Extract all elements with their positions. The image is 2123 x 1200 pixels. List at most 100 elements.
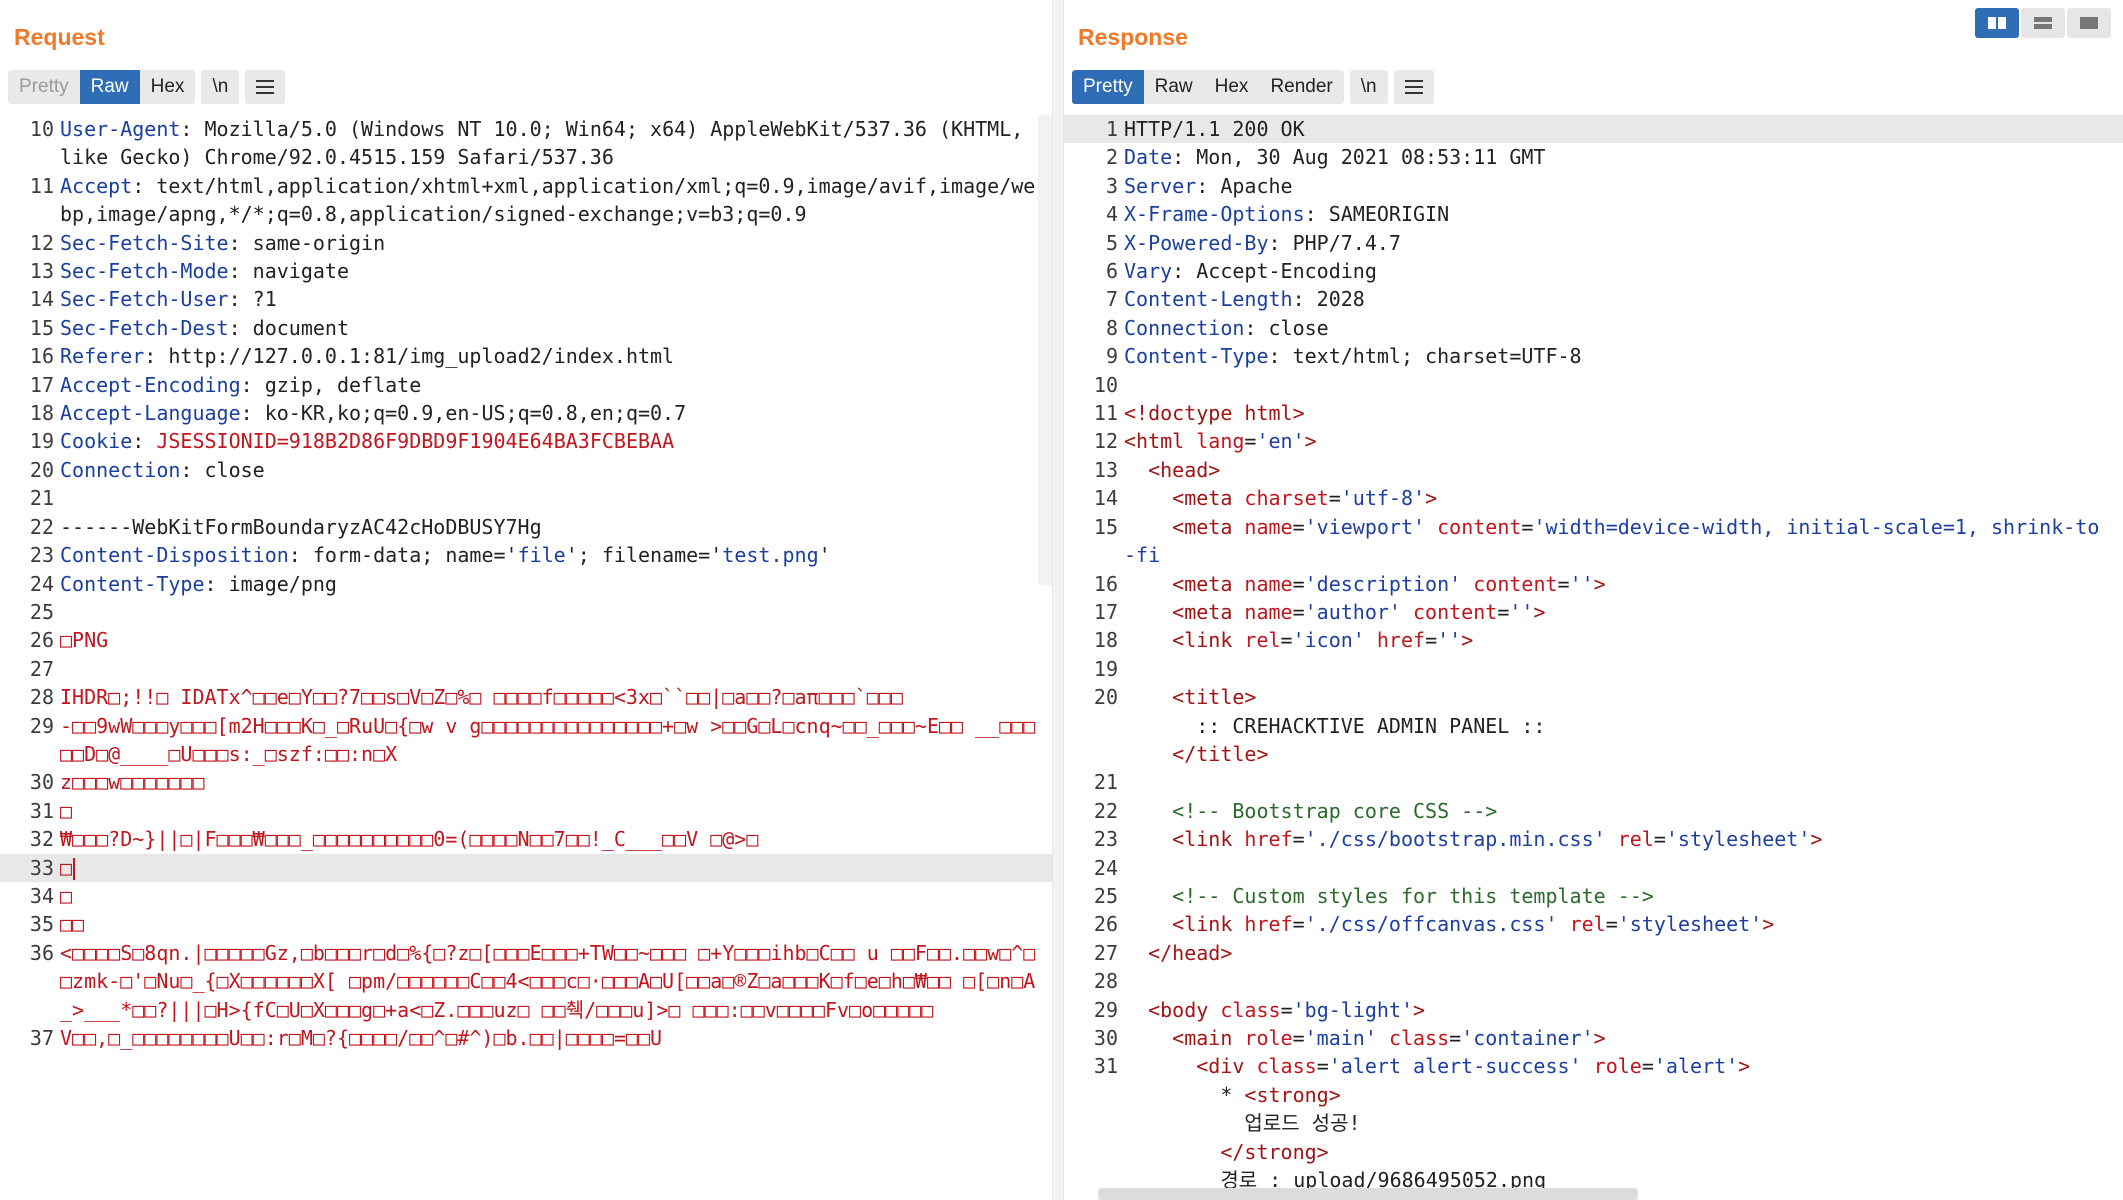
response-line[interactable]: 5 X-Powered-By: PHP/7.4.7 [1064, 229, 2123, 257]
line-number: 2 [1105, 145, 1118, 170]
hamburger-icon[interactable] [1393, 70, 1434, 104]
request-line[interactable]: 37 V□□,□_□□□□□□□□U□□:r□M□?{□□□□/□□^□#^)□b… [0, 1024, 1052, 1052]
line-number: 13 [1093, 457, 1118, 482]
request-line[interactable]: 23 Content-Disposition: form-data; name='… [0, 541, 1052, 569]
response-line[interactable]: 18 <link rel='icon' href=''> [1064, 626, 2123, 654]
request-line[interactable]: 17 Accept-Encoding: gzip, deflate [0, 371, 1052, 399]
request-tab-raw[interactable]: Raw [79, 70, 140, 104]
line-number: 30 [1093, 1026, 1118, 1050]
request-line[interactable]: 18 Accept-Language: ko-KR,ko;q=0.9,en-US;… [0, 399, 1052, 427]
line-number: 12 [29, 230, 54, 255]
line-content: Connection: close [1124, 314, 2123, 342]
request-line[interactable]: 27 [0, 655, 1052, 683]
request-line[interactable]: 15 Sec-Fetch-Dest: document [0, 314, 1052, 342]
response-line[interactable]: 17 <meta name='author' content=''> [1064, 598, 2123, 626]
request-editor[interactable]: 10 User-Agent: Mozilla/5.0 (Windows NT 10… [0, 115, 1052, 1200]
request-line[interactable]: 35 □□ [0, 910, 1052, 938]
code-token: 'en' [1256, 429, 1305, 454]
response-line[interactable]: 19 [1064, 655, 2123, 683]
request-line[interactable]: 11 Accept: text/html,application/xhtml+xm… [0, 172, 1052, 229]
response-tab-render[interactable]: Render [1259, 70, 1344, 104]
response-line[interactable]: 1 HTTP/1.1 200 OK [1064, 115, 2123, 144]
request-line[interactable]: 36 <□□□□S□8qn.|□□□□□Gz,□b□□□r□d□%{□?z□[□□… [0, 939, 1052, 1024]
request-newline-toggle[interactable]: \n [201, 70, 240, 104]
response-line[interactable]: 8 Connection: close [1064, 314, 2123, 342]
response-editor[interactable]: 1 HTTP/1.1 200 OK 2 Date: Mon, 30 Aug 2021 … [1064, 115, 2123, 1200]
response-tab-raw[interactable]: Raw [1143, 70, 1204, 104]
line-number: 10 [29, 117, 54, 141]
line-number: 26 [1093, 912, 1118, 937]
request-tab-pretty[interactable]: Pretty [8, 70, 80, 104]
response-line[interactable]: 20 <title> :: CREHACKTIVE ADMIN PANEL ::… [1064, 683, 2123, 768]
line-number: 6 [1105, 259, 1118, 284]
request-line[interactable]: 29 -□□9wW□□□y□□□[m2H□□□K□_□RuU□{□w v g□□□… [0, 712, 1052, 769]
request-scrollbar[interactable] [1038, 115, 1052, 585]
response-line[interactable]: 26 <link href='./css/offcanvas.css' rel=… [1064, 910, 2123, 938]
response-line[interactable]: 12 <html lang='en'> [1064, 427, 2123, 455]
response-line[interactable]: 28 [1064, 967, 2123, 995]
hamburger-icon[interactable] [245, 70, 286, 104]
response-line[interactable]: 6 Vary: Accept-Encoding [1064, 257, 2123, 285]
pane-divider[interactable]: ⋮ [1052, 0, 1074, 1200]
request-line[interactable]: 24 Content-Type: image/png [0, 570, 1052, 598]
code-token: = [1328, 486, 1341, 511]
response-line[interactable]: 14 <meta charset='utf-8'> [1064, 484, 2123, 512]
response-line[interactable]: 7 Content-Length: 2028 [1064, 285, 2123, 313]
response-newline-toggle[interactable]: \n [1349, 70, 1388, 104]
request-line[interactable]: 22 ------WebKitFormBoundaryzAC42cHoDBUSY7… [0, 513, 1052, 541]
request-line[interactable]: 32 ₩□□□?D~}||□|F□□□₩□□□_□□□□□□□□□□0=(□□□□… [0, 825, 1052, 853]
request-tab-hex[interactable]: Hex [139, 70, 196, 104]
response-line[interactable]: 27 </head> [1064, 939, 2123, 967]
response-line[interactable]: 16 <meta name='description' content=''> [1064, 570, 2123, 598]
line-number: 11 [1093, 401, 1118, 426]
code-token: = [1292, 599, 1305, 624]
request-line[interactable]: 26 □PNG [0, 626, 1052, 654]
response-line[interactable]: 29 <body class='bg-light'> [1064, 996, 2123, 1024]
request-line[interactable]: 10 User-Agent: Mozilla/5.0 (Windows NT 10… [0, 115, 1052, 172]
request-line[interactable]: 13 Sec-Fetch-Mode: navigate [0, 257, 1052, 285]
request-line[interactable]: 20 Connection: close [0, 456, 1052, 484]
response-line[interactable]: 15 <meta name='viewport' content='width=… [1064, 513, 2123, 570]
request-line[interactable]: 30 z□□□w□□□□□□□ [0, 768, 1052, 796]
response-line[interactable]: 21 [1064, 768, 2123, 796]
request-line[interactable]: 34 □ [0, 882, 1052, 910]
response-line[interactable]: 30 <main role='main' class='container'> [1064, 1024, 2123, 1052]
response-line[interactable]: 31 <div class='alert alert-success' role… [1064, 1052, 2123, 1200]
response-tab-hex[interactable]: Hex [1203, 70, 1260, 104]
response-line[interactable]: 24 [1064, 854, 2123, 882]
response-line[interactable]: 25 <!-- Custom styles for this template … [1064, 882, 2123, 910]
request-line[interactable]: 21 [0, 484, 1052, 512]
request-line[interactable]: 25 [0, 598, 1052, 626]
response-tab-pretty[interactable]: Pretty [1072, 70, 1144, 104]
request-line[interactable]: 33 □ [0, 853, 1052, 882]
response-line[interactable]: 23 <link href='./css/bootstrap.min.css' … [1064, 825, 2123, 853]
line-content: Cookie: JSESSIONID=918B2D86F9DBD9F1904E6… [60, 427, 1052, 455]
code-token: = [1653, 827, 1666, 852]
response-line[interactable]: 13 <head> [1064, 456, 2123, 484]
request-line[interactable]: 14 Sec-Fetch-User: ?1 [0, 285, 1052, 313]
request-line[interactable]: 19 Cookie: JSESSIONID=918B2D86F9DBD9F1904… [0, 427, 1052, 455]
request-line[interactable]: 12 Sec-Fetch-Site: same-origin [0, 229, 1052, 257]
request-line[interactable]: 28 IHDR□;!!□ IDATx^□□e□Y□□?7□□s□V□Z□%□ □□… [0, 683, 1052, 711]
request-line[interactable]: 16 Referer: http://127.0.0.1:81/img_uploa… [0, 342, 1052, 370]
code-token: <strong> [1244, 1082, 1341, 1107]
line-content: Content-Disposition: form-data; name='fi… [60, 541, 1052, 569]
split-horizontal-icon[interactable] [1975, 8, 2019, 38]
response-line[interactable]: 10 [1064, 371, 2123, 399]
single-pane-icon[interactable] [2067, 8, 2111, 38]
response-line[interactable]: 4 X-Frame-Options: SAMEORIGIN [1064, 200, 2123, 228]
line-number: 18 [1093, 628, 1118, 653]
response-line[interactable]: 2 Date: Mon, 30 Aug 2021 08:53:11 GMT [1064, 143, 2123, 171]
response-line[interactable]: 11 <!doctype html> [1064, 399, 2123, 427]
response-line[interactable]: 9 Content-Type: text/html; charset=UTF-8 [1064, 342, 2123, 370]
code-token: : Accept-Encoding [1172, 259, 1377, 284]
request-line[interactable]: 31 □ [0, 797, 1052, 825]
split-vertical-icon[interactable] [2021, 8, 2065, 38]
response-line[interactable]: 22 <!-- Bootstrap core CSS --> [1064, 797, 2123, 825]
line-number: 12 [1093, 429, 1118, 454]
code-token: = [1521, 514, 1534, 539]
response-horizontal-scrollbar[interactable] [1098, 1188, 1638, 1200]
response-line[interactable]: 3 Server: Apache [1064, 172, 2123, 200]
